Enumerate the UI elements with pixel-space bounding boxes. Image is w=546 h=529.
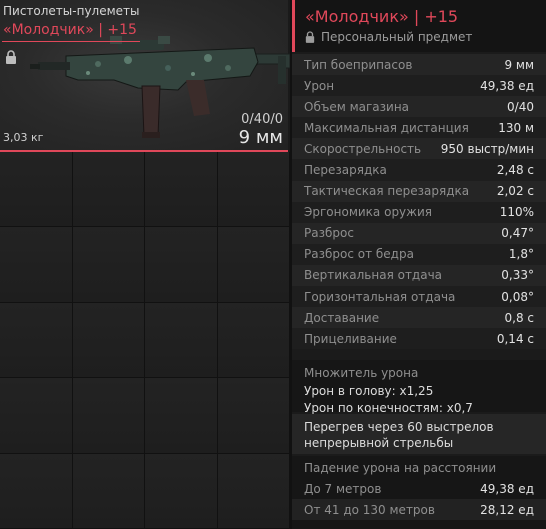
- inventory-slot[interactable]: [217, 152, 290, 228]
- stat-row: Разброс 0,47°: [292, 222, 546, 244]
- stat-label: Разброс: [304, 226, 354, 241]
- stat-row: Скорострельность 950 выстр/мин: [292, 138, 546, 160]
- item-category: Пистолеты-пулеметы: [3, 4, 140, 18]
- stat-row: Прицеливание 0,14 с: [292, 328, 546, 350]
- lock-icon: [6, 50, 16, 64]
- details-item-name: «Молодчик» | +15: [305, 7, 459, 26]
- stat-row: Объем магазина 0/40: [292, 96, 546, 118]
- details-header: «Молодчик» | +15 Персональный предмет: [292, 0, 546, 52]
- inventory-slot[interactable]: [0, 227, 73, 303]
- stat-value: 0,47°: [501, 226, 534, 241]
- inventory-slot[interactable]: [72, 453, 145, 529]
- overheat-note: Перегрев через 60 выстрелов непрерывной …: [292, 414, 546, 454]
- stat-row: Тактическая перезарядка 2,02 с: [292, 180, 546, 202]
- stat-value: 49,38 ед: [480, 78, 534, 93]
- falloff-value: 49,38 ед: [480, 481, 534, 496]
- damage-falloff-section: Падение урона на расстоянии До 7 метров 4…: [292, 456, 546, 529]
- inventory-slot[interactable]: [217, 378, 290, 454]
- damage-multiplier-title: Множитель урона: [304, 366, 419, 380]
- inventory-slot[interactable]: [217, 302, 290, 379]
- stat-label: Урон: [304, 78, 335, 93]
- limb-damage-multiplier: Урон по конечностям: x0,7: [304, 401, 473, 415]
- stat-label: Прицеливание: [304, 331, 397, 346]
- item-card[interactable]: Пистолеты-пулеметы «Молодчик» | +15 3,03…: [0, 0, 291, 152]
- stat-value: 0,14 с: [496, 331, 534, 346]
- stat-label: Тип боеприпасов: [304, 57, 413, 72]
- inventory-panel: Пистолеты-пулеметы «Молодчик» | +15 3,03…: [0, 0, 291, 529]
- stat-value: 2,48 с: [496, 163, 534, 178]
- inventory-slot[interactable]: [217, 453, 290, 529]
- falloff-row: До 7 метров 49,38 ед: [292, 478, 546, 499]
- stat-value: 0,08°: [501, 289, 534, 304]
- personal-item-note: Персональный предмет: [305, 30, 472, 44]
- stat-row: Тип боеприпасов 9 мм: [292, 54, 546, 76]
- falloff-label: От 41 до 130 метров: [304, 502, 435, 517]
- stat-label: Разброс от бедра: [304, 247, 414, 262]
- inventory-slot[interactable]: [145, 378, 218, 454]
- inventory-slot[interactable]: [0, 453, 73, 529]
- stat-label: Доставание: [304, 310, 380, 325]
- stat-row: Максимальная дистанция 130 м: [292, 117, 546, 139]
- stat-value: 950 выстр/мин: [440, 141, 534, 156]
- falloff-row: От 41 до 130 метров 28,12 ед: [292, 499, 546, 520]
- inventory-slot[interactable]: [145, 152, 218, 228]
- stat-value: 9 мм: [504, 57, 534, 72]
- damage-falloff-title: Падение урона на расстоянии: [304, 461, 497, 475]
- inventory-slot[interactable]: [72, 152, 145, 228]
- stat-row: Урон 49,38 ед: [292, 75, 546, 97]
- item-name-underline: [2, 41, 140, 42]
- stat-label: Максимальная дистанция: [304, 120, 469, 135]
- overheat-line-2: непрерывной стрельбы: [304, 436, 454, 450]
- damage-multiplier-section: Множитель урона Урон в голову: x1,25 Уро…: [292, 360, 546, 415]
- stat-row: Вертикальная отдача 0,33°: [292, 264, 546, 287]
- inventory-slot[interactable]: [145, 302, 218, 379]
- stat-label: Объем магазина: [304, 99, 410, 114]
- stat-value: 0,33°: [501, 268, 534, 283]
- stat-label: Тактическая перезарядка: [304, 184, 470, 199]
- inventory-grid: [0, 152, 290, 529]
- inventory-slot[interactable]: [72, 302, 145, 379]
- item-details-panel: «Молодчик» | +15 Персональный предмет Ти…: [292, 0, 546, 529]
- item-name: «Молодчик» | +15: [3, 22, 137, 38]
- stat-value: 0/40: [507, 99, 534, 114]
- stats-list: Тип боеприпасов 9 мм Урон 49,38 ед Объем м…: [292, 54, 546, 350]
- stat-value: 130 м: [498, 120, 534, 135]
- ammo-caliber: 9 мм: [238, 127, 283, 148]
- inventory-slot[interactable]: [145, 227, 218, 303]
- falloff-label: До 7 метров: [304, 481, 382, 496]
- item-weight: 3,03 кг: [3, 131, 44, 144]
- stat-value: 110%: [499, 205, 534, 220]
- stat-row: Разброс от бедра 1,8°: [292, 243, 546, 265]
- personal-item-label: Персональный предмет: [321, 30, 473, 44]
- stat-row: Эргономика оружия 110%: [292, 201, 546, 223]
- ammo-count: 0/40/0: [241, 112, 283, 127]
- stat-value: 2,02 с: [496, 184, 534, 199]
- inventory-slot[interactable]: [72, 227, 145, 303]
- falloff-value: 28,12 ед: [480, 502, 534, 517]
- stat-label: Вертикальная отдача: [304, 268, 443, 283]
- lock-icon: [305, 31, 315, 43]
- stat-row: Доставание 0,8 с: [292, 307, 546, 329]
- stat-label: Эргономика оружия: [304, 205, 432, 220]
- head-damage-multiplier: Урон в голову: x1,25: [304, 384, 434, 398]
- stat-row: Перезарядка 2,48 с: [292, 159, 546, 181]
- inventory-slot[interactable]: [0, 378, 73, 454]
- stat-row: Горизонтальная отдача 0,08°: [292, 286, 546, 308]
- inventory-slot[interactable]: [0, 302, 73, 379]
- stat-label: Перезарядка: [304, 163, 387, 178]
- stat-value: 1,8°: [508, 247, 534, 262]
- stat-value: 0,8 с: [504, 310, 535, 325]
- stat-label: Горизонтальная отдача: [304, 289, 456, 304]
- falloff-rows: До 7 метров 49,38 ед От 41 до 130 метров 2…: [292, 478, 546, 520]
- inventory-slot[interactable]: [217, 227, 290, 303]
- inventory-slot[interactable]: [0, 152, 73, 228]
- overheat-line-1: Перегрев через 60 выстрелов: [304, 420, 494, 434]
- inventory-slot[interactable]: [72, 378, 145, 454]
- stat-label: Скорострельность: [304, 141, 422, 156]
- inventory-slot[interactable]: [145, 453, 218, 529]
